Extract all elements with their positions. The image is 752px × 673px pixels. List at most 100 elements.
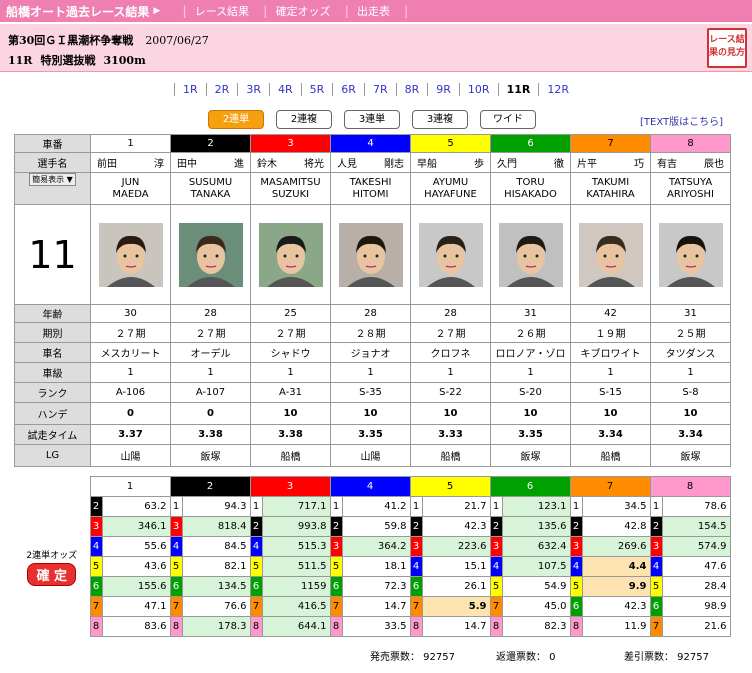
odds-value[interactable]: 26.1: [421, 576, 491, 597]
odds-value[interactable]: 45.0: [501, 596, 571, 617]
odds-value[interactable]: 515.3: [261, 536, 331, 557]
odds-value[interactable]: 223.6: [421, 536, 491, 557]
race-link-10[interactable]: 10R: [458, 82, 498, 96]
race-link-11[interactable]: 11R: [497, 82, 539, 96]
given-name: 将光: [304, 159, 324, 170]
odds-value[interactable]: 55.6: [101, 536, 171, 557]
odds-value[interactable]: 42.3: [421, 516, 491, 537]
odds-value[interactable]: 43.6: [101, 556, 171, 577]
odds-value[interactable]: 632.4: [501, 536, 571, 557]
rider-name[interactable]: 前田 淳: [90, 152, 171, 173]
odds-value[interactable]: 4.4: [581, 556, 651, 577]
tab-3renpuku[interactable]: 3連複: [412, 110, 468, 129]
help-button[interactable]: レース結果の見方: [707, 28, 747, 68]
odds-value[interactable]: 346.1: [101, 516, 171, 537]
race-link-8[interactable]: 8R: [395, 82, 428, 96]
odds-value[interactable]: 416.5: [261, 596, 331, 617]
odds-value[interactable]: 47.6: [661, 556, 731, 577]
odds-value[interactable]: 84.5: [181, 536, 251, 557]
nav-link-entries[interactable]: 出走表: [357, 3, 390, 19]
odds-value[interactable]: 63.2: [101, 496, 171, 517]
odds-value[interactable]: 21.7: [421, 496, 491, 517]
romaji-family: SUZUKI: [271, 188, 310, 200]
view-select[interactable]: 簡易表示 ▼: [29, 173, 76, 186]
rider-name[interactable]: 片平 巧: [570, 152, 651, 173]
odds-value[interactable]: 59.8: [341, 516, 411, 537]
odds-value[interactable]: 107.5: [501, 556, 571, 577]
odds-value[interactable]: 269.6: [581, 536, 651, 557]
odds-value[interactable]: 11.9: [581, 616, 651, 637]
odds-value[interactable]: 82.3: [501, 616, 571, 637]
tab-2rentan[interactable]: 2連単: [208, 110, 264, 129]
odds-value[interactable]: 178.3: [181, 616, 251, 637]
odds-value[interactable]: 41.2: [341, 496, 411, 517]
odds-value[interactable]: 644.1: [261, 616, 331, 637]
race-link-9[interactable]: 9R: [427, 82, 459, 96]
odds-value[interactable]: 155.6: [101, 576, 171, 597]
odds-value[interactable]: 511.5: [261, 556, 331, 577]
odds-value[interactable]: 18.1: [341, 556, 411, 577]
race-link-2[interactable]: 2R: [205, 82, 238, 96]
odds-second-number: 1: [649, 496, 663, 517]
odds-value[interactable]: 83.6: [101, 616, 171, 637]
odds-second-number: 6: [169, 576, 183, 597]
odds-value[interactable]: 364.2: [341, 536, 411, 557]
romaji-given: TAKUMI: [591, 176, 630, 188]
rider-name[interactable]: 鈴木 将光: [250, 152, 331, 173]
label-name: 選手名: [14, 152, 91, 173]
race-link-7[interactable]: 7R: [363, 82, 396, 96]
rider-name[interactable]: 早船 歩: [410, 152, 491, 173]
odds-value[interactable]: 5.9: [421, 596, 491, 617]
odds-value[interactable]: 15.1: [421, 556, 491, 577]
odds-value[interactable]: 123.1: [501, 496, 571, 517]
odds-value[interactable]: 98.9: [661, 596, 731, 617]
odds-value[interactable]: 818.4: [181, 516, 251, 537]
odds-value[interactable]: 717.1: [261, 496, 331, 517]
nav-link-odds[interactable]: 確定オッズ: [276, 3, 331, 19]
odds-value[interactable]: 82.1: [181, 556, 251, 577]
odds-value[interactable]: 154.5: [661, 516, 731, 537]
race-link-1[interactable]: 1R: [174, 82, 206, 96]
race-link-12[interactable]: 12R: [538, 82, 577, 96]
odds-value[interactable]: 993.8: [261, 516, 331, 537]
rider-name[interactable]: 久門 徹: [490, 152, 571, 173]
odds-value[interactable]: 28.4: [661, 576, 731, 597]
odds-value[interactable]: 47.1: [101, 596, 171, 617]
race-link-4[interactable]: 4R: [268, 82, 301, 96]
odds-value[interactable]: 1159: [261, 576, 331, 597]
nav-link-results[interactable]: レース結果: [195, 3, 249, 19]
odds-value[interactable]: 34.5: [581, 496, 651, 517]
rider-name[interactable]: 人見 剛志: [330, 152, 411, 173]
race-link-6[interactable]: 6R: [332, 82, 364, 96]
odds-value[interactable]: 135.6: [501, 516, 571, 537]
odds-value[interactable]: 42.8: [581, 516, 651, 537]
odds-value[interactable]: 94.3: [181, 496, 251, 517]
tab-3rentan[interactable]: 3連単: [344, 110, 400, 129]
race-link-5[interactable]: 5R: [300, 82, 333, 96]
race-name: 特別選抜戦: [40, 54, 96, 67]
given-name: 進: [234, 159, 244, 170]
tab-2renpuku[interactable]: 2連複: [276, 110, 332, 129]
odds-value[interactable]: 14.7: [341, 596, 411, 617]
odds-value[interactable]: 78.6: [661, 496, 731, 517]
rider-name[interactable]: 田中 進: [170, 152, 251, 173]
odds-value[interactable]: 134.5: [181, 576, 251, 597]
odds-value[interactable]: 54.9: [501, 576, 571, 597]
race-link-3[interactable]: 3R: [237, 82, 269, 96]
odds-first-8: 8: [649, 476, 731, 497]
rider-car: シャドウ: [250, 342, 331, 363]
odds-value[interactable]: 574.9: [661, 536, 731, 557]
odds-value[interactable]: 72.3: [341, 576, 411, 597]
odds-value[interactable]: 76.6: [181, 596, 251, 617]
odds-value[interactable]: 14.7: [421, 616, 491, 637]
text-version-link[interactable]: [TEXT版はこちら]: [640, 113, 723, 128]
odds-value[interactable]: 9.9: [581, 576, 651, 597]
rider-term: ２６期: [490, 322, 571, 343]
rider-romaji: TAKUMI KATAHIRA: [570, 172, 651, 205]
odds-value[interactable]: 33.5: [341, 616, 411, 637]
odds-value[interactable]: 21.6: [661, 616, 731, 637]
tab-wide[interactable]: ワイド: [480, 110, 536, 129]
rider-name[interactable]: 有吉 辰也: [650, 152, 731, 173]
odds-value[interactable]: 42.3: [581, 596, 651, 617]
rider-time: 3.38: [250, 424, 331, 445]
